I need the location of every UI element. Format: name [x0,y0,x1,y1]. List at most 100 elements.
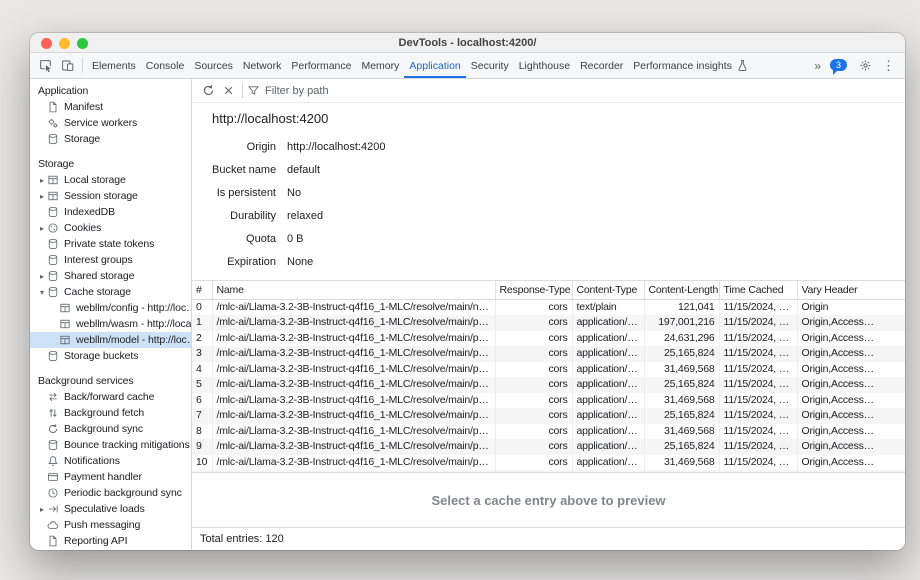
caret-icon[interactable]: ▸ [37,272,47,281]
tab-network[interactable]: Network [238,53,287,78]
column-header-vary-header[interactable]: Vary Header [797,281,905,299]
table-row[interactable]: 2/mlc-ai/Llama-3.2-3B-Instruct-q4f16_1-M… [192,331,905,347]
caret-icon[interactable]: ▸ [37,176,47,185]
table-row[interactable]: 3/mlc-ai/Llama-3.2-3B-Instruct-q4f16_1-M… [192,346,905,362]
caret-icon[interactable]: ▸ [37,224,47,233]
sidebar-item-back-forward-cache[interactable]: Back/forward cache [30,389,191,405]
tab-elements[interactable]: Elements [87,53,141,78]
table-row[interactable]: 10/mlc-ai/Llama-3.2-3B-Instruct-q4f16_1-… [192,455,905,471]
sidebar-item-local-storage[interactable]: ▸Local storage [30,172,191,188]
devtools-content: Application Manifest Service workers Sto… [30,79,905,550]
issues-count: 3 [836,60,841,70]
tab-lighthouse[interactable]: Lighthouse [514,53,575,78]
meta-label: Quota [212,228,276,251]
sidebar-item-session-storage[interactable]: ▸Session storage [30,188,191,204]
preview-pane: Select a cache entry above to preview [192,472,905,527]
tab-performance-insights[interactable]: Performance insights [628,53,754,78]
device-toolbar-icon[interactable] [56,55,78,77]
table-row[interactable]: 1/mlc-ai/Llama-3.2-3B-Instruct-q4f16_1-M… [192,315,905,331]
sidebar-item-notifications[interactable]: Notifications [30,453,191,469]
database-icon [47,133,59,145]
sidebar-item-background-sync[interactable]: Background sync [30,421,191,437]
table-icon [59,334,71,346]
sidebar-item-indexeddb[interactable]: IndexedDB [30,204,191,220]
sync-icon [47,423,59,435]
sidebar-item-payment-handler[interactable]: Payment handler [30,469,191,485]
sidebar-item-speculative-loads[interactable]: ▸Speculative loads [30,501,191,517]
sidebar-item-private-state-tokens[interactable]: Private state tokens [30,236,191,252]
database-icon [47,350,59,362]
column-header-index[interactable]: # [192,281,212,299]
sidebar-item-push-messaging[interactable]: Push messaging [30,517,191,533]
sidebar-item-cookies[interactable]: ▸Cookies [30,220,191,236]
column-header-name[interactable]: Name [212,281,495,299]
sidebar-item-cache-webllm-model[interactable]: webllm/model - http://loc… [30,332,191,348]
tab-sources[interactable]: Sources [189,53,238,78]
meta-label: Is persistent [212,182,276,205]
tab-security[interactable]: Security [466,53,514,78]
window-title-bar: DevTools - localhost:4200/ [30,33,905,53]
column-header-time-cached[interactable]: Time Cached [719,281,797,299]
delete-icon[interactable] [218,81,238,101]
document-icon [47,535,59,547]
refresh-icon[interactable] [198,81,218,101]
clock-icon [47,487,59,499]
column-header-response-type[interactable]: Response-Type [495,281,572,299]
sidebar-item-manifest[interactable]: Manifest [30,99,191,115]
close-window-button[interactable] [41,38,52,49]
sidebar-item-background-fetch[interactable]: Background fetch [30,405,191,421]
meta-label: Durability [212,205,276,228]
inspect-element-icon[interactable] [34,55,56,77]
bell-icon [47,455,59,467]
tab-recorder[interactable]: Recorder [575,53,628,78]
tab-performance[interactable]: Performance [286,53,356,78]
table-row[interactable]: 4/mlc-ai/Llama-3.2-3B-Instruct-q4f16_1-M… [192,362,905,378]
table-row[interactable]: 5/mlc-ai/Llama-3.2-3B-Instruct-q4f16_1-M… [192,377,905,393]
arrow-right-icon [47,503,59,515]
issues-badge[interactable]: 3 [830,59,847,71]
menu-dots-icon[interactable]: ⋮ [876,58,901,74]
table-row[interactable]: 9/mlc-ai/Llama-3.2-3B-Instruct-q4f16_1-M… [192,439,905,455]
caret-icon[interactable]: ▸ [37,505,47,514]
sidebar-item-bounce-tracking-mitigations[interactable]: Bounce tracking mitigations [30,437,191,453]
sidebar-item-interest-groups[interactable]: Interest groups [30,252,191,268]
table-row[interactable]: 8/mlc-ai/Llama-3.2-3B-Instruct-q4f16_1-M… [192,424,905,440]
minimize-window-button[interactable] [59,38,70,49]
caret-icon[interactable]: ▾ [37,288,47,297]
table-row[interactable]: 7/mlc-ai/Llama-3.2-3B-Instruct-q4f16_1-M… [192,408,905,424]
caret-icon[interactable]: ▸ [37,192,47,201]
more-tabs-icon[interactable]: » [809,59,826,73]
application-sidebar: Application Manifest Service workers Sto… [30,79,192,550]
database-icon [47,254,59,266]
sidebar-item-storage-buckets[interactable]: Storage buckets [30,348,191,364]
sidebar-item-service-workers[interactable]: Service workers [30,115,191,131]
toolbar-right-controls: » 3 ⋮ [809,55,901,77]
sidebar-item-shared-storage[interactable]: ▸Shared storage [30,268,191,284]
section-title: Storage [30,156,191,172]
swap-arrows-icon [47,391,59,403]
cache-toolbar [192,79,905,103]
section-title: Background services [30,373,191,389]
service-workers-icon [47,117,59,129]
tab-console[interactable]: Console [141,53,190,78]
sidebar-item-cache-storage[interactable]: ▾Cache storage [30,284,191,300]
column-header-content-type[interactable]: Content-Type [572,281,644,299]
sidebar-item-storage[interactable]: Storage [30,131,191,147]
meta-label: Expiration [212,251,276,274]
zoom-window-button[interactable] [77,38,88,49]
settings-gear-icon[interactable] [854,55,876,77]
table-row[interactable]: 6/mlc-ai/Llama-3.2-3B-Instruct-q4f16_1-M… [192,393,905,409]
database-icon [47,286,59,298]
database-icon [47,238,59,250]
sidebar-item-cache-webllm-config[interactable]: webllm/config - http://loc… [30,300,191,316]
tab-application[interactable]: Application [404,53,465,78]
devtools-window: DevTools - localhost:4200/ Elements Cons… [30,33,905,550]
column-header-content-length[interactable]: Content-Length [644,281,719,299]
table-row[interactable]: 0/mlc-ai/Llama-3.2-3B-Instruct-q4f16_1-M… [192,299,905,315]
tab-memory[interactable]: Memory [356,53,404,78]
sidebar-item-periodic-background-sync[interactable]: Periodic background sync [30,485,191,501]
cache-storage-panel: http://localhost:4200 Originhttp://local… [192,79,905,550]
sidebar-item-reporting-api[interactable]: Reporting API [30,533,191,549]
sidebar-item-cache-webllm-wasm[interactable]: webllm/wasm - http://loca… [30,316,191,332]
filter-input[interactable] [265,85,899,97]
